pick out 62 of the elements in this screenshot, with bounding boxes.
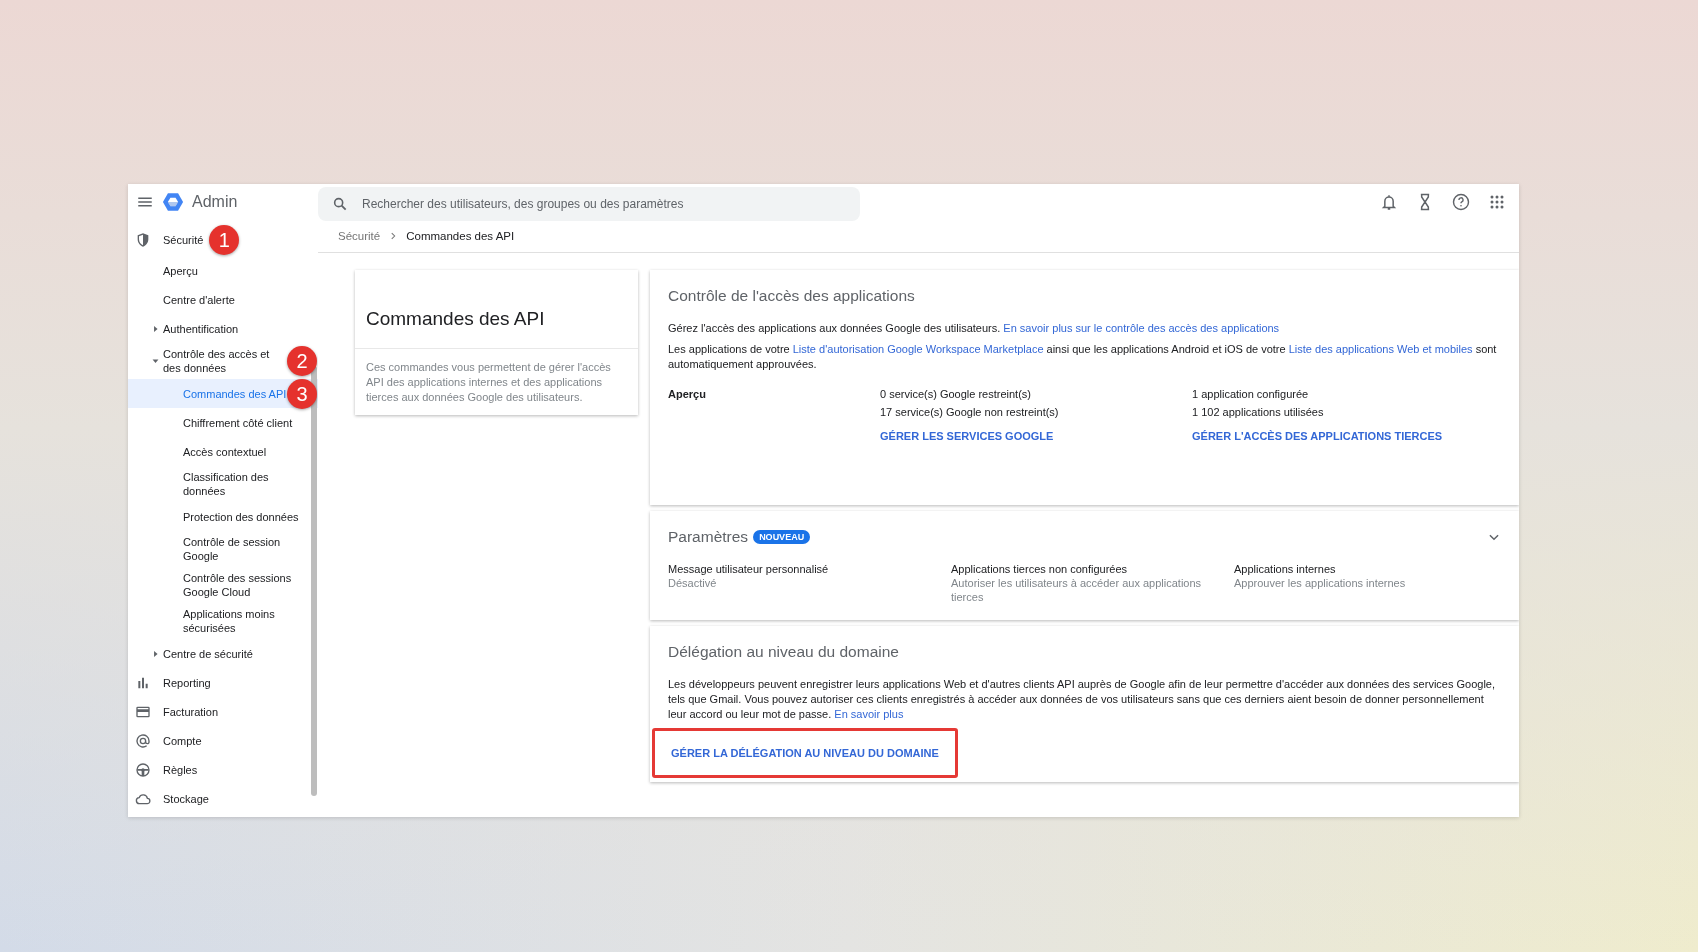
sidebar-item[interactable]: Commandes des API 3 (128, 379, 318, 408)
at-sign-icon (135, 732, 151, 749)
sidebar-item[interactable]: Classification des données (128, 466, 318, 502)
caret-icon (152, 325, 159, 332)
sidebar-item[interactable]: Protection des données (128, 502, 318, 531)
app-name: Admin (192, 193, 238, 211)
scrollbar[interactable] (311, 366, 317, 796)
overview-label: Aperçu (668, 388, 707, 402)
sidebar-item[interactable]: Applications moins sécurisées (128, 603, 318, 639)
sidebar-item[interactable]: Compte (128, 726, 318, 755)
logo-icon (162, 191, 184, 213)
sidebar-item[interactable]: Chiffrement côté client (128, 408, 318, 437)
link[interactable]: En savoir plus (834, 708, 904, 720)
sidebar-item[interactable]: Aperçu (128, 256, 318, 285)
stat-text: 1 application configurée (1192, 388, 1310, 400)
link-button[interactable]: GÉRER L'ACCÈS DES APPLICATIONS TIERCES (1192, 430, 1443, 442)
section-title: Contrôle de l'accès des applications (668, 287, 915, 305)
sidebar-item[interactable]: Contrôle des sessions Google Cloud (128, 567, 318, 603)
step-marker: 3 (287, 378, 317, 409)
bell-icon[interactable] (1379, 192, 1399, 212)
sidebar-item[interactable]: Reporting (128, 668, 318, 697)
sidebar-item[interactable]: Centre d'alerte (128, 285, 318, 314)
new-badge: NOUVEAU (753, 530, 811, 544)
shield-icon (135, 232, 151, 248)
section-title: Paramètres (668, 528, 749, 546)
caret-icon (152, 357, 159, 365)
breadcrumb-link[interactable]: Sécurité (338, 230, 381, 242)
sidebar-item[interactable]: Centre de sécurité (128, 639, 318, 668)
link[interactable]: Liste d'autorisation Google Workspace Marketplace (792, 343, 1044, 355)
search-icon (332, 196, 348, 212)
link[interactable]: Liste des applications Web et mobiles (1288, 343, 1473, 355)
sidebar-item[interactable]: Sécurité 1 (128, 224, 318, 256)
link[interactable]: En savoir plus sur le contrôle des accès des applications (1003, 322, 1280, 334)
sidebar-item[interactable]: Contrôle de session Google (128, 531, 318, 567)
section-title: Délégation au niveau du domaine (668, 643, 899, 661)
link-button[interactable]: GÉRER LES SERVICES GOOGLE (880, 430, 1054, 442)
card-title: Commandes des API (355, 270, 638, 349)
setting-name: Applications tierces non configurées (951, 562, 1129, 576)
stat-text: 1 102 applications utilisées (1192, 406, 1325, 418)
paragraph: Gérez l'accès des applications aux données Google des utilisateurs. En savoir plus sur le contrôle des accès des applications (668, 321, 1281, 336)
setting-value: Approuver les applications internes (1234, 576, 1407, 590)
stat-text: 0 service(s) Google restreint(s) (880, 388, 1032, 400)
stat-text: 17 service(s) Google non restreint(s) (880, 406, 1060, 418)
help-icon[interactable] (1451, 192, 1471, 212)
sidebar-item[interactable]: Stockage (128, 784, 318, 813)
paragraph: Les applications de votre Liste d'autorisation Google Workspace Marketplace ainsi que les applications Android et iOS de votre Liste des applications Web et mobiles sont automatiquement approuvées. (668, 342, 1498, 372)
sidebar-item[interactable]: Accès contextuel (128, 437, 318, 466)
setting-value: Désactivé (668, 576, 718, 590)
sidebar-item[interactable]: Facturation (128, 697, 318, 726)
sidebar-item[interactable]: Authentification (128, 314, 318, 343)
step-marker: 2 (287, 346, 317, 376)
sidebar-item[interactable]: Contrôle des accès et des données 2 (128, 343, 318, 379)
caret-icon (152, 650, 159, 657)
setting-name: Message utilisateur personnalisé (668, 562, 830, 576)
card-description: Ces commandes vous permettent de gérer l'accès API des applications internes et des applications tierces aux données Google des utilisateurs. (365, 360, 612, 405)
search-field[interactable]: Rechercher des utilisateurs, des groupes ou des paramètres (318, 187, 860, 221)
step-marker: 1 (209, 225, 240, 255)
paragraph: Les développeurs peuvent enregistrer leurs applications Web et d'autres clients API auprès de Google afin de leur permettre d'accéder aux données des services Google, tels que Gmail. Vous pouvez autoriser ces clients enregistrés à accéder aux données de vos utilisateurs sans que ces derniers aient besoin de donner personnellement leur accord ou leur mot de passe. En savoir plus (668, 677, 1497, 722)
setting-name: Applications internes (1234, 562, 1337, 576)
setting-value: Autoriser les utilisateurs à accéder aux applications tierces (951, 576, 1203, 604)
sidebar-item[interactable]: Règles (128, 755, 318, 784)
link-button[interactable]: GÉRER LA DÉLÉGATION AU NIVEAU DU DOMAINE (652, 728, 958, 778)
